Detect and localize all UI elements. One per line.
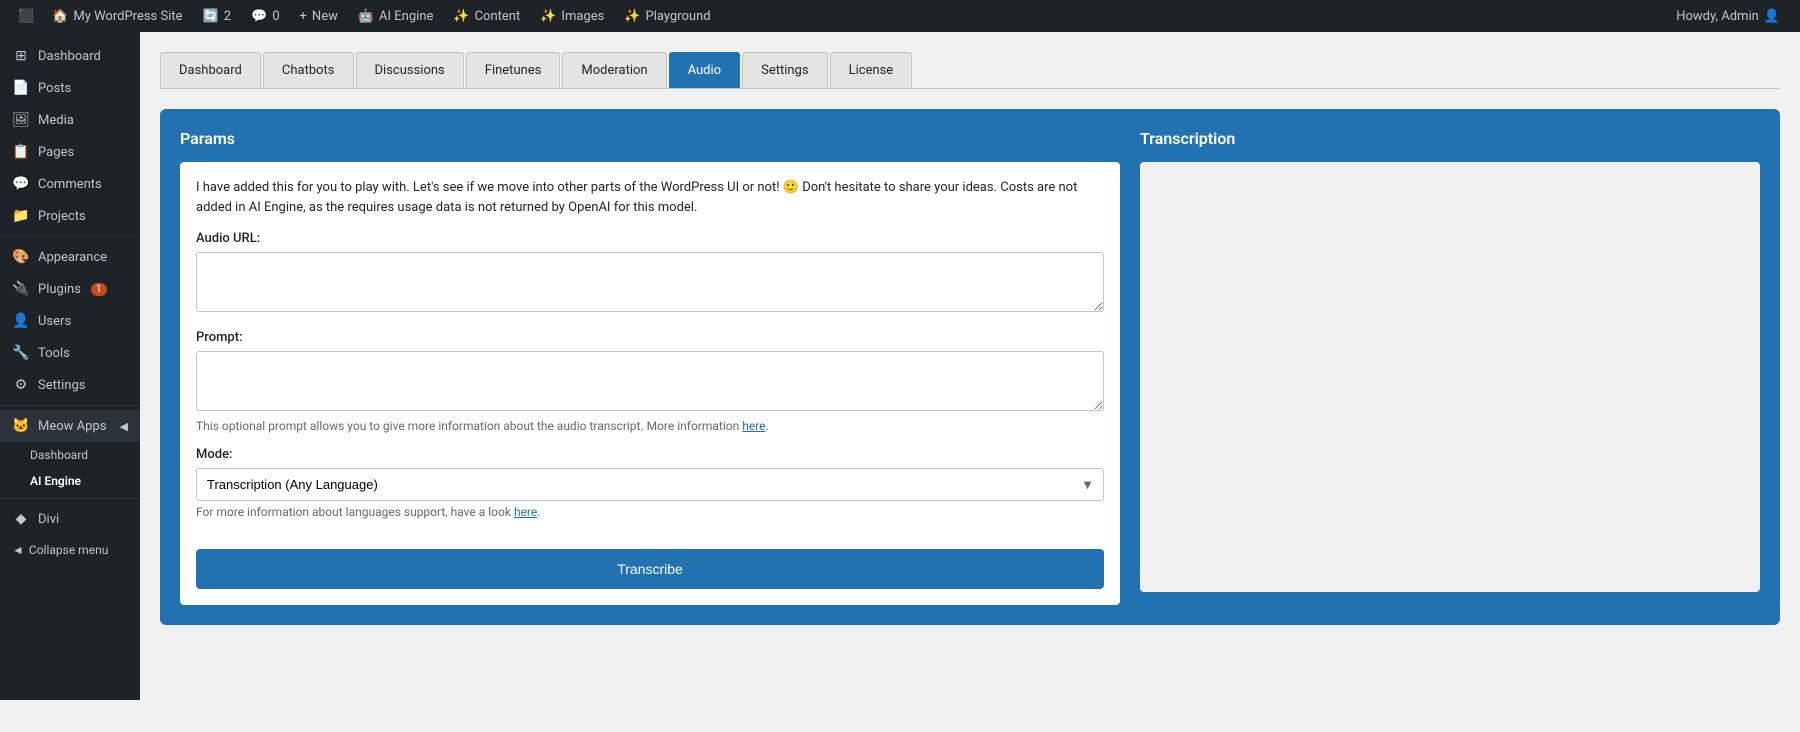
sidebar-item-media[interactable]: 🖼 Media [0, 104, 140, 136]
params-info-text: I have added this for you to play with. … [196, 178, 1104, 217]
wp-logo-icon: ⬛ [18, 9, 34, 24]
prompt-input[interactable] [196, 351, 1104, 411]
posts-icon: 📄 [12, 80, 30, 96]
settings-icon: ⚙ [12, 377, 30, 393]
mode-help: For more information about languages sup… [196, 505, 1104, 519]
sidebar-divider-3 [0, 498, 140, 499]
submenu-ai-engine[interactable]: AI Engine [0, 468, 140, 494]
collapse-icon: ◄ [12, 543, 24, 557]
chevron-right-icon: ◀ [120, 420, 128, 433]
content-icon: ✨ [453, 9, 469, 24]
audio-url-label: Audio URL: [196, 231, 1104, 246]
sidebar-divider-1 [0, 236, 140, 237]
pages-icon: 📋 [12, 144, 30, 160]
tab-audio[interactable]: Audio [669, 52, 740, 88]
transcription-section: Transcription [1140, 129, 1760, 605]
main-content: Dashboard Chatbots Discussions Finetunes… [140, 32, 1800, 700]
prompt-help-link[interactable]: here [742, 419, 765, 433]
comments-sidebar-icon: 💬 [12, 176, 30, 192]
sidebar-divider-2 [0, 405, 140, 406]
plus-icon: + [300, 9, 307, 24]
prompt-label: Prompt: [196, 330, 1104, 345]
tools-icon: 🔧 [12, 345, 30, 361]
tabs-bar: Dashboard Chatbots Discussions Finetunes… [160, 52, 1780, 89]
mode-select[interactable]: Transcription (Any Language) Translation… [196, 468, 1104, 501]
home-icon: 🏠 [52, 9, 68, 24]
projects-icon: 📁 [12, 208, 30, 224]
updates-link[interactable]: 🔄 2 [193, 0, 242, 32]
images-icon: ✨ [540, 9, 556, 24]
sidebar-item-users[interactable]: 👤 Users [0, 305, 140, 337]
sidebar-item-settings[interactable]: ⚙ Settings [0, 369, 140, 401]
meow-apps-icon: 🐱 [12, 418, 30, 434]
sidebar-item-dashboard[interactable]: ⊞ Dashboard [0, 40, 140, 72]
transcription-card [1140, 162, 1760, 592]
ai-engine-link[interactable]: 🤖 AI Engine [348, 0, 444, 32]
new-link[interactable]: + New [290, 0, 348, 32]
transcribe-button[interactable]: Transcribe [196, 549, 1104, 589]
mode-label: Mode: [196, 447, 1104, 462]
submenu-dashboard[interactable]: Dashboard [0, 442, 140, 468]
images-link[interactable]: ✨ Images [530, 0, 614, 32]
mode-help-link[interactable]: here [514, 505, 537, 519]
prompt-help: This optional prompt allows you to give … [196, 419, 1104, 433]
comments-link[interactable]: 💬 0 [241, 0, 290, 32]
audio-container: Params I have added this for you to play… [160, 109, 1780, 625]
tab-settings[interactable]: Settings [742, 52, 827, 88]
updates-icon: 🔄 [203, 9, 219, 24]
transcription-title: Transcription [1140, 129, 1760, 148]
dashboard-icon: ⊞ [12, 48, 30, 64]
sidebar: ⊞ Dashboard 📄 Posts 🖼 Media 📋 Pages 💬 Co… [0, 32, 140, 700]
users-icon: 👤 [12, 313, 30, 329]
sidebar-item-divi[interactable]: ◆ Divi [0, 503, 140, 535]
tab-finetunes[interactable]: Finetunes [466, 52, 561, 88]
params-section: Params I have added this for you to play… [180, 129, 1120, 605]
collapse-menu-button[interactable]: ◄ Collapse menu [0, 535, 140, 565]
sidebar-item-projects[interactable]: 📁 Projects [0, 200, 140, 232]
playground-icon: ✨ [624, 9, 640, 24]
sidebar-item-posts[interactable]: 📄 Posts [0, 72, 140, 104]
tab-dashboard[interactable]: Dashboard [160, 52, 261, 88]
mode-group: Mode: Transcription (Any Language) Trans… [196, 447, 1104, 519]
tab-license[interactable]: License [830, 52, 913, 88]
comments-icon: 💬 [251, 9, 267, 24]
plugins-icon: 🔌 [12, 281, 30, 297]
user-avatar-icon: 👤 [1764, 9, 1780, 24]
playground-link[interactable]: ✨ Playground [614, 0, 720, 32]
params-title: Params [180, 129, 1120, 148]
content-link[interactable]: ✨ Content [443, 0, 530, 32]
sidebar-item-meow-apps[interactable]: 🐱 Meow Apps ◀ [0, 410, 140, 442]
prompt-group: Prompt: This optional prompt allows you … [196, 330, 1104, 433]
audio-url-group: Audio URL: [196, 231, 1104, 316]
sidebar-item-pages[interactable]: 📋 Pages [0, 136, 140, 168]
params-card: I have added this for you to play with. … [180, 162, 1120, 605]
sidebar-item-tools[interactable]: 🔧 Tools [0, 337, 140, 369]
wp-logo[interactable]: ⬛ [10, 0, 42, 32]
ai-engine-icon: 🤖 [358, 9, 374, 24]
media-icon: 🖼 [12, 112, 30, 128]
user-greeting: Howdy, Admin 👤 [1666, 9, 1790, 24]
sidebar-item-appearance[interactable]: 🎨 Appearance [0, 241, 140, 273]
sidebar-item-comments[interactable]: 💬 Comments [0, 168, 140, 200]
site-name[interactable]: 🏠 My WordPress Site [42, 0, 192, 32]
audio-url-input[interactable] [196, 252, 1104, 312]
divi-icon: ◆ [12, 511, 30, 527]
appearance-icon: 🎨 [12, 249, 30, 265]
tab-moderation[interactable]: Moderation [562, 52, 666, 88]
mode-select-wrapper: Transcription (Any Language) Translation… [196, 468, 1104, 501]
plugins-badge: 1 [91, 283, 107, 296]
tab-chatbots[interactable]: Chatbots [263, 52, 354, 88]
admin-bar: ⬛ 🏠 My WordPress Site 🔄 2 💬 0 + New 🤖 AI… [0, 0, 1800, 32]
tab-discussions[interactable]: Discussions [356, 52, 464, 88]
sidebar-item-plugins[interactable]: 🔌 Plugins 1 [0, 273, 140, 305]
